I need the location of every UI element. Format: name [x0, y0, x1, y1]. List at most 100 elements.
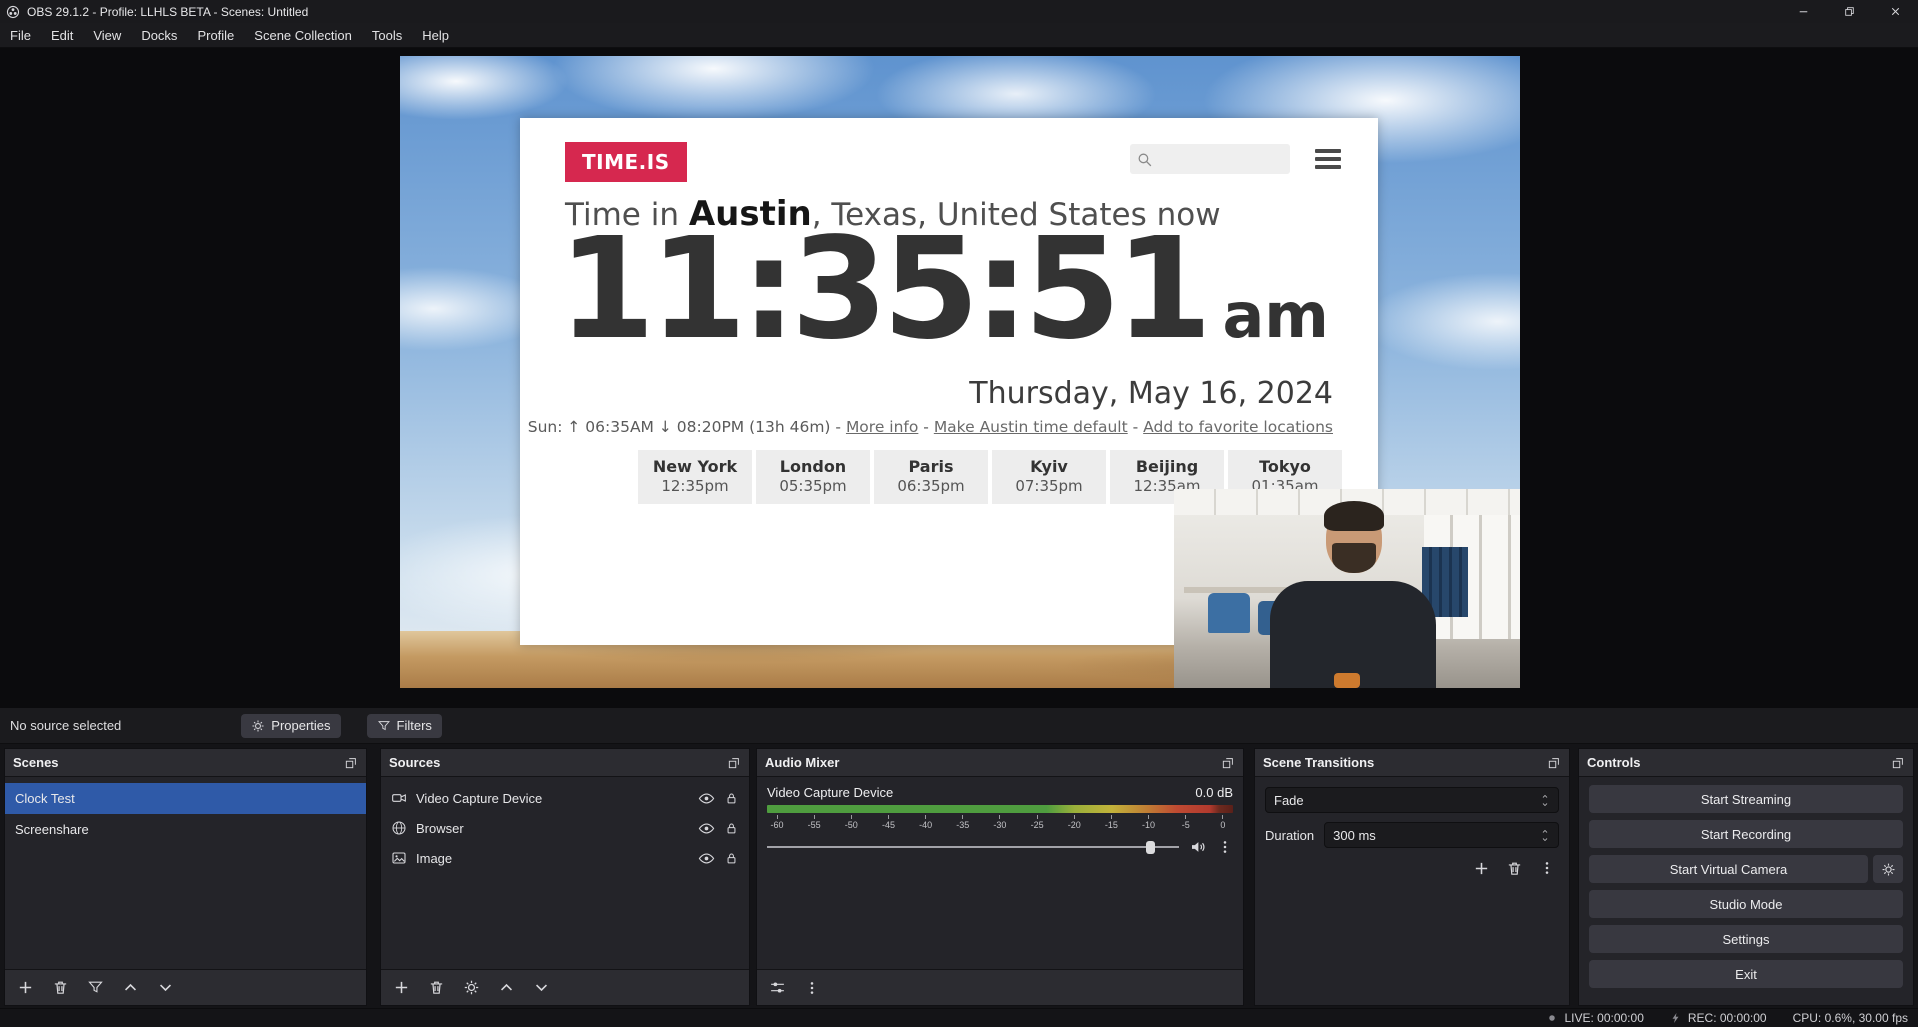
window-controls [1780, 0, 1918, 23]
status-bar: LIVE: 00:00:00 REC: 00:00:00 CPU: 0.6%, … [0, 1008, 1918, 1027]
popout-icon[interactable] [344, 756, 358, 770]
start-streaming-button[interactable]: Start Streaming [1589, 785, 1903, 813]
menu-tools[interactable]: Tools [362, 23, 412, 48]
preview-canvas[interactable]: TIME.IS Time in Austin, Texas, United St… [400, 56, 1520, 688]
controls-panel-title: Controls [1587, 755, 1640, 770]
world-clock-paris: Paris06:35pm [874, 450, 988, 504]
hamburger-menu-icon [1315, 149, 1341, 169]
menu-help[interactable]: Help [412, 23, 459, 48]
popout-icon[interactable] [1547, 756, 1561, 770]
scene-item-screenshare[interactable]: Screenshare [5, 814, 366, 845]
add-source-button[interactable] [393, 979, 410, 996]
start-recording-button[interactable]: Start Recording [1589, 820, 1903, 848]
filters-button[interactable]: Filters [367, 714, 442, 738]
studio-mode-button[interactable]: Studio Mode [1589, 890, 1903, 918]
duration-spinbox[interactable]: 300 ms [1324, 822, 1559, 848]
move-source-up-button[interactable] [498, 979, 515, 996]
scenes-panel: Scenes Clock Test Screenshare [4, 748, 367, 1006]
exit-button[interactable]: Exit [1589, 960, 1903, 988]
remove-transition-button[interactable] [1506, 860, 1523, 877]
mixer-channel-name: Video Capture Device [767, 785, 893, 800]
rec-status: REC: 00:00:00 [1670, 1011, 1767, 1025]
image-icon [391, 850, 407, 866]
lock-icon[interactable] [724, 821, 739, 836]
scene-transitions-panel: Scene Transitions Fade Duration 300 ms [1254, 748, 1570, 1006]
minimize-button[interactable] [1780, 0, 1826, 23]
menu-file[interactable]: File [0, 23, 41, 48]
maximize-button[interactable] [1826, 0, 1872, 23]
menu-view[interactable]: View [83, 23, 131, 48]
search-icon [1136, 151, 1153, 168]
add-scene-button[interactable] [17, 979, 34, 996]
mixer-level-db: 0.0 dB [1195, 785, 1233, 800]
volume-slider[interactable] [767, 839, 1179, 855]
webcam-person-hair [1324, 501, 1384, 531]
add-transition-button[interactable] [1473, 860, 1490, 877]
preview-area: TIME.IS Time in Austin, Texas, United St… [0, 48, 1918, 708]
properties-button[interactable]: Properties [241, 714, 340, 738]
volume-slider-handle[interactable] [1146, 841, 1155, 854]
globe-icon [391, 820, 407, 836]
mixer-options-dots-icon[interactable] [1217, 839, 1233, 855]
filter-icon [377, 719, 391, 733]
world-clock-kyiv: Kyiv07:35pm [992, 450, 1106, 504]
live-disc-icon [1546, 1012, 1558, 1024]
volume-meter [767, 805, 1233, 813]
popout-icon[interactable] [1891, 756, 1905, 770]
menu-bar: File Edit View Docks Profile Scene Colle… [0, 23, 1918, 48]
scene-filters-button[interactable] [87, 979, 104, 996]
remove-source-button[interactable] [428, 979, 445, 996]
scene-item-clock-test[interactable]: Clock Test [5, 783, 366, 814]
transition-options-dots-icon[interactable] [1539, 860, 1555, 876]
live-status: LIVE: 00:00:00 [1546, 1011, 1643, 1025]
visibility-eye-icon[interactable] [698, 850, 715, 867]
camera-icon [391, 790, 407, 806]
settings-button[interactable]: Settings [1589, 925, 1903, 953]
timeis-ampm: am [1222, 279, 1328, 352]
lock-icon[interactable] [724, 791, 739, 806]
scenes-panel-title: Scenes [13, 755, 59, 770]
obs-logo-icon [6, 5, 20, 19]
timeis-date: Thursday, May 16, 2024 [969, 376, 1333, 411]
spin-up-icon[interactable] [1540, 828, 1550, 835]
controls-panel: Controls Start Streaming Start Recording… [1578, 748, 1914, 1006]
advanced-audio-properties-button[interactable] [769, 979, 786, 996]
visibility-eye-icon[interactable] [698, 820, 715, 837]
title-bar: OBS 29.1.2 - Profile: LLHLS BETA - Scene… [0, 0, 1918, 23]
webcam-person-body [1270, 581, 1436, 688]
move-scene-up-button[interactable] [122, 979, 139, 996]
start-virtual-camera-button[interactable]: Start Virtual Camera [1589, 855, 1868, 883]
timeis-search-box [1130, 144, 1290, 174]
duration-label: Duration [1265, 828, 1314, 843]
virtual-camera-config-button[interactable] [1873, 855, 1903, 883]
spin-down-icon[interactable] [1540, 836, 1550, 843]
source-row-browser[interactable]: Browser [381, 813, 749, 843]
lock-icon[interactable] [724, 851, 739, 866]
transition-select[interactable]: Fade [1265, 787, 1559, 813]
menu-edit[interactable]: Edit [41, 23, 83, 48]
popout-icon[interactable] [727, 756, 741, 770]
source-properties-button[interactable] [463, 979, 480, 996]
source-row-image[interactable]: Image [381, 843, 749, 873]
source-row-video-capture[interactable]: Video Capture Device [381, 783, 749, 813]
visibility-eye-icon[interactable] [698, 790, 715, 807]
speaker-mute-icon[interactable] [1189, 838, 1207, 856]
transitions-panel-title: Scene Transitions [1263, 755, 1374, 770]
move-scene-down-button[interactable] [157, 979, 174, 996]
menu-docks[interactable]: Docks [131, 23, 187, 48]
move-source-down-button[interactable] [533, 979, 550, 996]
world-clock-newyork: New York12:35pm [638, 450, 752, 504]
make-default-link: Make Austin time default [934, 418, 1128, 436]
menu-profile[interactable]: Profile [187, 23, 244, 48]
mixer-menu-dots-icon[interactable] [804, 980, 820, 996]
timeis-clock: 11:35:51 [558, 202, 1206, 377]
close-button[interactable] [1872, 0, 1918, 23]
timeis-logo: TIME.IS [565, 142, 687, 182]
webcam-chair [1208, 593, 1250, 633]
remove-scene-button[interactable] [52, 979, 69, 996]
chevron-down-icon [1540, 801, 1550, 808]
menu-scene-collection[interactable]: Scene Collection [244, 23, 362, 48]
cpu-fps-status: CPU: 0.6%, 30.00 fps [1793, 1011, 1908, 1025]
popout-icon[interactable] [1221, 756, 1235, 770]
sources-panel: Sources Video Capture Device Browser Ima… [380, 748, 750, 1006]
